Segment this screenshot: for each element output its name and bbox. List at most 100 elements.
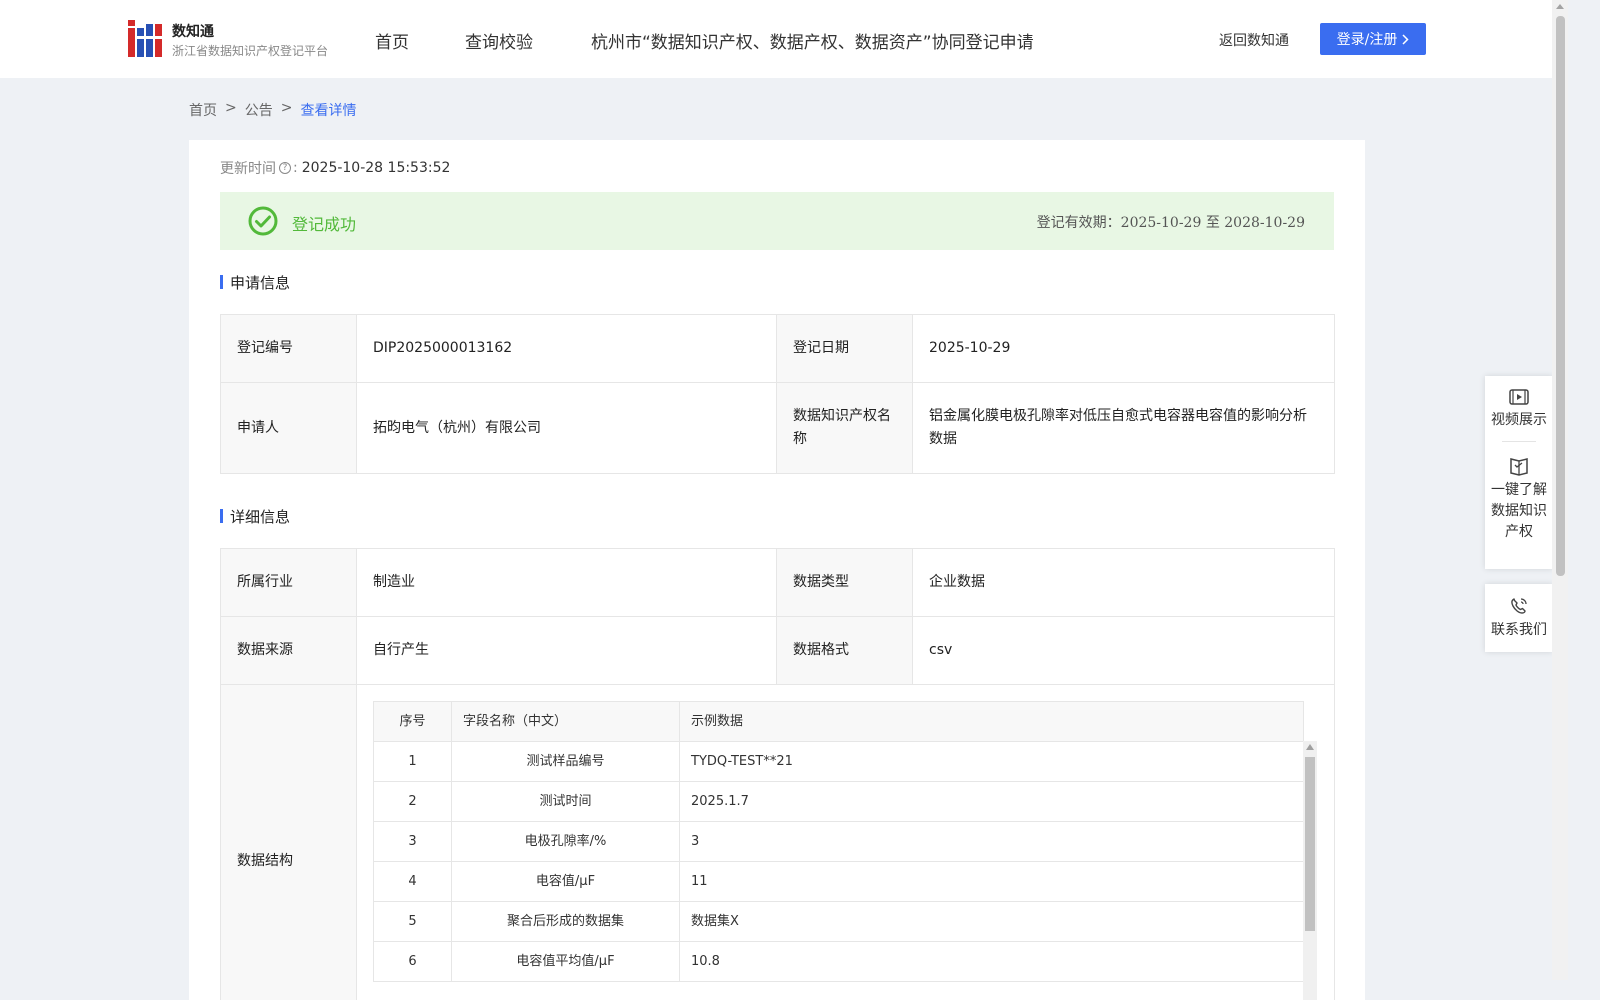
colon: : <box>293 160 298 176</box>
chevron-right-icon <box>1402 33 1409 45</box>
column-header-index: 序号 <box>373 701 452 742</box>
registration-number-value: DIP2025000013162 <box>356 314 777 383</box>
breadcrumb-separator: > <box>225 100 237 116</box>
logo-icon[interactable] <box>128 20 162 57</box>
nav-query-verify[interactable]: 查询校验 <box>465 28 533 53</box>
inner-scrollbar[interactable] <box>1303 741 1317 1000</box>
table-row: 5 聚合后形成的数据集 数据集X <box>373 901 1304 942</box>
contact-us-button[interactable]: 联系我们 <box>1485 596 1553 641</box>
login-register-button[interactable]: 登录/注册 <box>1320 23 1426 55</box>
help-icon[interactable]: ? <box>279 162 291 174</box>
update-time-row: 更新时间 ? : 2025-10-28 15:53:52 <box>220 158 450 178</box>
detail-section-title: 详细信息 <box>220 506 290 527</box>
data-structure-cell: 序号 字段名称（中文） 示例数据 1 测试样品编号 TYDQ-TEST**21 2 测试… <box>356 684 1335 1000</box>
applicant-value: 拓昀电气（杭州）有限公司 <box>356 382 777 474</box>
table-row: 1 测试样品编号 TYDQ-TEST**21 <box>373 741 1304 782</box>
logo-title[interactable]: 数知通 <box>172 21 214 41</box>
registration-status-banner: 登记成功 登记有效期：2025-10-29 至 2028-10-29 <box>220 192 1334 250</box>
learn-ip-button[interactable]: 一键了解数据知识产权 <box>1485 456 1553 543</box>
back-to-shuzhitong-link[interactable]: 返回数知通 <box>1219 30 1289 50</box>
table-row: 2 测试时间 2025.1.7 <box>373 781 1304 822</box>
column-header-field-name: 字段名称（中文） <box>451 701 680 742</box>
data-structure-label: 数据结构 <box>220 684 357 1000</box>
phone-icon <box>1511 598 1527 614</box>
table-row: 登记编号 DIP2025000013162 登记日期 2025-10-29 <box>220 314 1335 383</box>
column-header-sample-data: 示例数据 <box>679 701 1304 742</box>
update-time-value: 2025-10-28 15:53:52 <box>301 160 451 176</box>
data-format-value: csv <box>912 616 1335 685</box>
login-register-label: 登录/注册 <box>1336 32 1398 48</box>
page-scroll-up-arrow-icon[interactable] <box>1556 4 1564 9</box>
field-name: 电容值/μF <box>451 861 680 902</box>
field-sample: 10.8 <box>679 941 1304 982</box>
nav-hangzhou-registration[interactable]: 杭州市“数据知识产权、数据产权、数据资产”协同登记申请 <box>591 28 1034 53</box>
check-circle-icon <box>248 206 278 236</box>
table-row: 3 电极孔隙率/% 3 <box>373 821 1304 862</box>
field-name: 电容值平均值/μF <box>451 941 680 982</box>
data-structure-table: 序号 字段名称（中文） 示例数据 1 测试样品编号 TYDQ-TEST**21 2 测试… <box>373 701 1304 982</box>
breadcrumb-separator: > <box>280 100 293 116</box>
page-scrollbar-thumb[interactable] <box>1556 16 1565 576</box>
update-time-label: 更新时间 <box>220 161 276 177</box>
video-showcase-button[interactable]: 视频展示 <box>1485 388 1553 431</box>
top-header: 数知通 浙江省数据知识产权登记平台 首页 查询校验 杭州市“数据知识产权、数据产… <box>0 0 1552 78</box>
table-row: 4 电容值/μF 11 <box>373 861 1304 902</box>
field-index: 4 <box>373 861 452 902</box>
field-sample: 3 <box>679 821 1304 862</box>
breadcrumb-home[interactable]: 首页 <box>189 100 217 120</box>
contact-us-label: 联系我们 <box>1491 622 1547 638</box>
field-index: 5 <box>373 901 452 942</box>
detail-card: 更新时间 ? : 2025-10-28 15:53:52 登记成功 登记有效期：… <box>189 140 1365 1000</box>
video-icon <box>1509 389 1529 405</box>
field-sample: 2025.1.7 <box>679 781 1304 822</box>
table-row: 数据结构 序号 字段名称（中文） 示例数据 1 测试样品编号 TYDQ-TEST**… <box>220 684 1335 1000</box>
field-index: 6 <box>373 941 452 982</box>
industry-label: 所属行业 <box>220 548 357 617</box>
application-section-title: 申请信息 <box>220 272 290 293</box>
field-name: 聚合后形成的数据集 <box>451 901 680 942</box>
breadcrumb-announcement[interactable]: 公告 <box>245 100 273 120</box>
field-name: 测试样品编号 <box>451 741 680 782</box>
data-source-label: 数据来源 <box>220 616 357 685</box>
book-icon <box>1510 458 1528 476</box>
field-index: 3 <box>373 821 452 862</box>
validity-period: 登记有效期：2025-10-29 至 2028-10-29 <box>1037 212 1305 232</box>
registration-date-label: 登记日期 <box>776 314 913 383</box>
nav-home[interactable]: 首页 <box>375 28 409 53</box>
industry-value: 制造业 <box>356 548 777 617</box>
float-panel-contact: 联系我们 <box>1485 584 1553 652</box>
applicant-label: 申请人 <box>220 382 357 474</box>
field-sample: TYDQ-TEST**21 <box>679 741 1304 782</box>
table-row: 数据来源 自行产生 数据格式 csv <box>220 616 1335 685</box>
table-header-row: 序号 字段名称（中文） 示例数据 <box>373 701 1304 742</box>
registration-date-value: 2025-10-29 <box>912 314 1335 383</box>
page-scrollbar[interactable] <box>1552 0 1568 980</box>
data-type-value: 企业数据 <box>912 548 1335 617</box>
scrollbar-thumb[interactable] <box>1305 757 1315 931</box>
data-format-label: 数据格式 <box>776 616 913 685</box>
data-type-label: 数据类型 <box>776 548 913 617</box>
float-panel-main: 视频展示 一键了解数据知识产权 <box>1485 376 1553 569</box>
ip-name-label: 数据知识产权名称 <box>776 382 913 474</box>
validity-dates: 2025-10-29 至 2028-10-29 <box>1120 215 1305 231</box>
data-structure-scroll-area[interactable]: 序号 字段名称（中文） 示例数据 1 测试样品编号 TYDQ-TEST**21 2 测试… <box>373 701 1319 1000</box>
field-sample: 11 <box>679 861 1304 902</box>
divider <box>1502 441 1536 442</box>
validity-label: 登记有效期： <box>1036 215 1121 231</box>
application-info-table: 登记编号 DIP2025000013162 登记日期 2025-10-29 申请… <box>220 314 1335 474</box>
breadcrumb-current: 查看详情 <box>300 103 357 119</box>
field-index: 1 <box>373 741 452 782</box>
field-sample: 数据集X <box>679 901 1304 942</box>
field-name: 电极孔隙率/% <box>451 821 680 862</box>
breadcrumb: 首页 > 公告 > 查看详情 <box>189 100 356 120</box>
ip-name-value: 铝金属化膜电极孔隙率对低压自愈式电容器电容值的影响分析数据 <box>912 382 1335 474</box>
logo-subtitle: 浙江省数据知识产权登记平台 <box>172 44 329 58</box>
table-row: 申请人 拓昀电气（杭州）有限公司 数据知识产权名称 铝金属化膜电极孔隙率对低压自… <box>220 382 1335 474</box>
status-text: 登记成功 <box>292 215 357 234</box>
table-row: 6 电容值平均值/μF 10.8 <box>373 941 1304 982</box>
learn-ip-label: 一键了解数据知识产权 <box>1491 482 1547 540</box>
scroll-up-arrow-icon[interactable] <box>1306 744 1314 750</box>
registration-number-label: 登记编号 <box>220 314 357 383</box>
data-source-value: 自行产生 <box>356 616 777 685</box>
field-name: 测试时间 <box>451 781 680 822</box>
